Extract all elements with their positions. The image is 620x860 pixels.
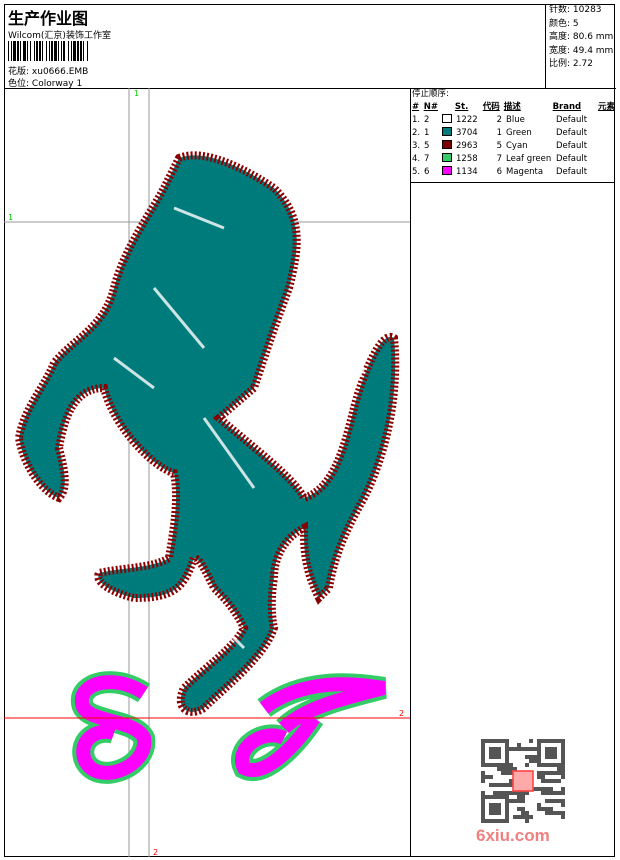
row-brand: Default [556,154,588,164]
table-row: 5. 6 1134 6 Magenta Default [410,165,615,180]
guide-label-h1: 1 [8,213,13,222]
stitch-count: 针数: 10283 [549,5,602,15]
color-sequence-table: 停止顺序: # N# St. 代码 描述 Brand 元素 1. 2 1222 … [410,88,615,183]
row-brand: Default [556,115,588,125]
row-index: 5. [412,167,421,177]
stamp-icon [512,770,534,792]
watermark-logo: 6xiu.com [476,826,550,845]
col-description: 描述 [503,102,521,112]
table-row: 3. 5 2963 5 Cyan Default [410,139,615,154]
embroidery-canvas: 1 2 1 2 [4,88,410,857]
barcode [8,41,90,61]
color-swatch [442,126,452,136]
row-brand: Default [556,141,588,151]
row-code: 5 [496,141,502,151]
row-index: 1. [412,115,421,125]
row-needle: 7 [424,154,430,164]
table-header: # N# St. 代码 描述 Brand 元素 [410,101,615,114]
row-brand: Default [556,128,588,138]
col-index: # [412,102,420,112]
color-swatch-cell [442,139,456,154]
row-index: 3. [412,141,421,151]
row-stitches: 1258 [456,154,478,164]
row-stitches: 3704 [456,128,478,138]
row-needle: 5 [424,141,430,151]
company-name: Wilcom(汇京)装饰工作室 [8,31,111,41]
col-needle: N# [423,102,438,112]
guide-label-h2: 2 [399,709,404,718]
color-count: 颜色: 5 [549,18,579,29]
color-swatch [442,113,452,123]
production-worksheet: 生产作业图 Wilcom(汇京)装饰工作室 花版: xu0666.EMB 色位:… [0,0,620,860]
row-brand: Default [556,167,588,177]
row-code: 7 [496,154,502,164]
row-description: Green [506,128,532,138]
scale: 比例: 2.72 [549,59,593,69]
header: 生产作业图 Wilcom(汇京)装饰工作室 花版: xu0666.EMB 色位:… [4,4,545,89]
row-stitches: 1222 [456,115,478,125]
design-preview: 1 2 1 2 [4,88,411,857]
guide-label-v2: 2 [153,848,158,857]
color-swatch-cell [442,113,456,128]
row-index: 4. [412,154,421,164]
color-swatch [442,139,452,149]
table-row: 4. 7 1258 7 Leaf green Default [410,152,615,167]
color-swatch-cell [442,152,456,167]
col-code: 代码 [482,102,500,112]
col-brand: Brand [552,102,582,112]
row-code: 2 [496,115,502,125]
col-element: 元素 [597,102,615,112]
row-index: 2. [412,128,421,138]
guide-label-v1: 1 [134,89,139,98]
col-stitches: St. [454,102,469,112]
row-description: Magenta [506,167,544,177]
row-needle: 2 [424,115,430,125]
color-swatch [442,165,452,175]
table-row: 2. 1 3704 1 Green Default [410,126,615,141]
design-height: 高度: 80.6 mm [549,32,614,42]
color-swatch [442,152,452,162]
table-caption: 停止顺序: [412,89,449,99]
row-code: 1 [496,128,502,138]
row-code: 6 [496,167,502,177]
horse-embroidery [14,151,400,716]
stats-panel: 针数: 10283 颜色: 5 高度: 80.6 mm 宽度: 49.4 mm … [545,4,616,89]
color-swatch-cell [442,126,456,141]
qr-code [481,739,565,823]
row-stitches: 2963 [456,141,478,151]
row-needle: 6 [424,167,430,177]
row-description: Cyan [506,141,528,151]
row-description: Blue [506,115,525,125]
table-row: 1. 2 1222 2 Blue Default [410,113,615,128]
page-title: 生产作业图 [8,9,89,28]
design-width: 宽度: 49.4 mm [549,45,614,56]
row-needle: 1 [424,128,430,138]
row-description: Leaf green [506,154,552,164]
sf-logo-embroidery [70,671,387,784]
color-swatch-cell [442,165,456,180]
row-stitches: 1134 [456,167,478,177]
